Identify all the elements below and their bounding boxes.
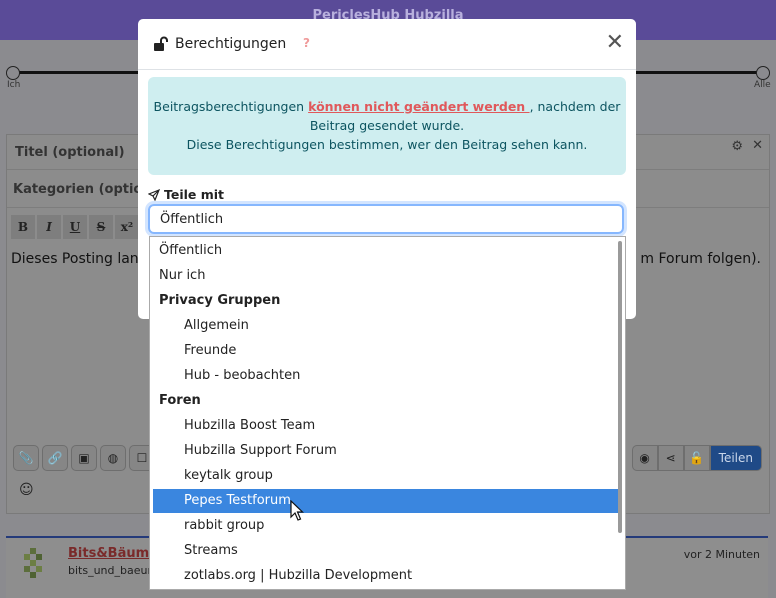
image-icon[interactable]: ▣ [71,445,97,471]
dropdown-option[interactable]: Streams [153,539,620,563]
underline-button[interactable]: U [63,215,87,239]
share-with-selected-value: Öffentlich [160,212,224,227]
alert-line-3: Diese Berechtigungen bestimmen, wer den … [186,137,588,152]
link-icon[interactable]: 🔗 [42,445,68,471]
dropdown-group-header: Foren [159,393,201,408]
feed-timestamp: vor 2 Minuten [683,548,760,561]
strike-button[interactable]: S [89,215,113,239]
dropdown-option[interactable]: Hubzilla Support Forum [153,439,620,463]
preview-eye-icon[interactable]: ◉ [631,445,658,471]
share-with-select[interactable]: Öffentlich [148,204,624,234]
alert-line-2: Beitrag gesendet wurde. [309,118,465,133]
dropdown-group-header: Privacy Gruppen [159,293,281,308]
avatar [24,548,42,578]
submit-toolbar: ◉ ⋖ 🔓 Teilen [631,445,762,471]
help-icon[interactable]: ? [303,36,310,50]
bold-button[interactable]: B [11,215,35,239]
share-with-label: Teile mit [147,187,224,202]
superscript-button[interactable]: x² [115,215,139,239]
dropdown-option[interactable]: Hub - beobachten [153,364,620,388]
italic-button[interactable]: I [37,215,61,239]
share-with-dropdown: Öffentlich Nur ich Privacy Gruppen Allgemei… [149,236,626,590]
paper-plane-icon [147,188,161,202]
slider-right-label: Alle [754,80,771,90]
dropdown-option[interactable]: Pepes Testforum [153,489,620,513]
feed-author-link[interactable]: Bits&Bäume [68,546,158,561]
gear-icon[interactable]: ⚙ [731,139,743,154]
format-toolbar: B I U S x² [11,215,139,239]
slider-left-label: Ich [7,80,21,90]
close-icon[interactable]: ✕ [606,32,624,54]
share-submit-button[interactable]: Teilen [709,445,762,471]
dropdown-option[interactable]: Nur ich [153,264,620,288]
modal-title: Berechtigungen [175,36,287,52]
lock-open-icon[interactable]: 🔓 [683,445,710,471]
lock-open-icon [154,36,168,51]
emoji-icon[interactable]: ☺ [19,482,34,498]
globe-icon[interactable]: ◍ [100,445,126,471]
dropdown-option[interactable]: zotlabs.org | Hubzilla Development [153,564,620,588]
feed-author-handle: bits_und_baeum [68,564,159,577]
dropdown-option[interactable]: Freunde [153,339,620,363]
dropdown-option[interactable]: Allgemein [153,314,620,338]
editor-body-text-right: m Forum folgen). [640,251,761,267]
dropdown-option[interactable]: keytalk group [153,464,620,488]
slider-right-handle[interactable] [756,66,770,80]
alert-link[interactable]: können nicht geändert werden [308,99,529,114]
slider-left-handle[interactable] [6,66,20,80]
dropdown-option[interactable]: Hubzilla Boost Team [153,414,620,438]
editor-body-text[interactable]: Dieses Posting lan [11,251,139,267]
dropdown-option[interactable]: rabbit group [153,514,620,538]
alert-line-1: Beitragsberechtigungen können nicht geän… [153,99,621,114]
dropdown-option[interactable]: Öffentlich [153,239,620,263]
dropdown-scrollbar[interactable] [618,241,622,533]
attach-icon[interactable]: 📎 [13,445,39,471]
attachment-toolbar: 📎 🔗 ▣ ◍ ☐ [13,445,155,471]
share-icon[interactable]: ⋖ [657,445,684,471]
permissions-info-alert: Beitragsberechtigungen können nicht geän… [148,77,626,175]
close-icon[interactable]: ✕ [752,138,763,153]
modal-header: Berechtigungen ? ✕ [138,19,636,70]
mouse-cursor-icon [290,500,304,521]
